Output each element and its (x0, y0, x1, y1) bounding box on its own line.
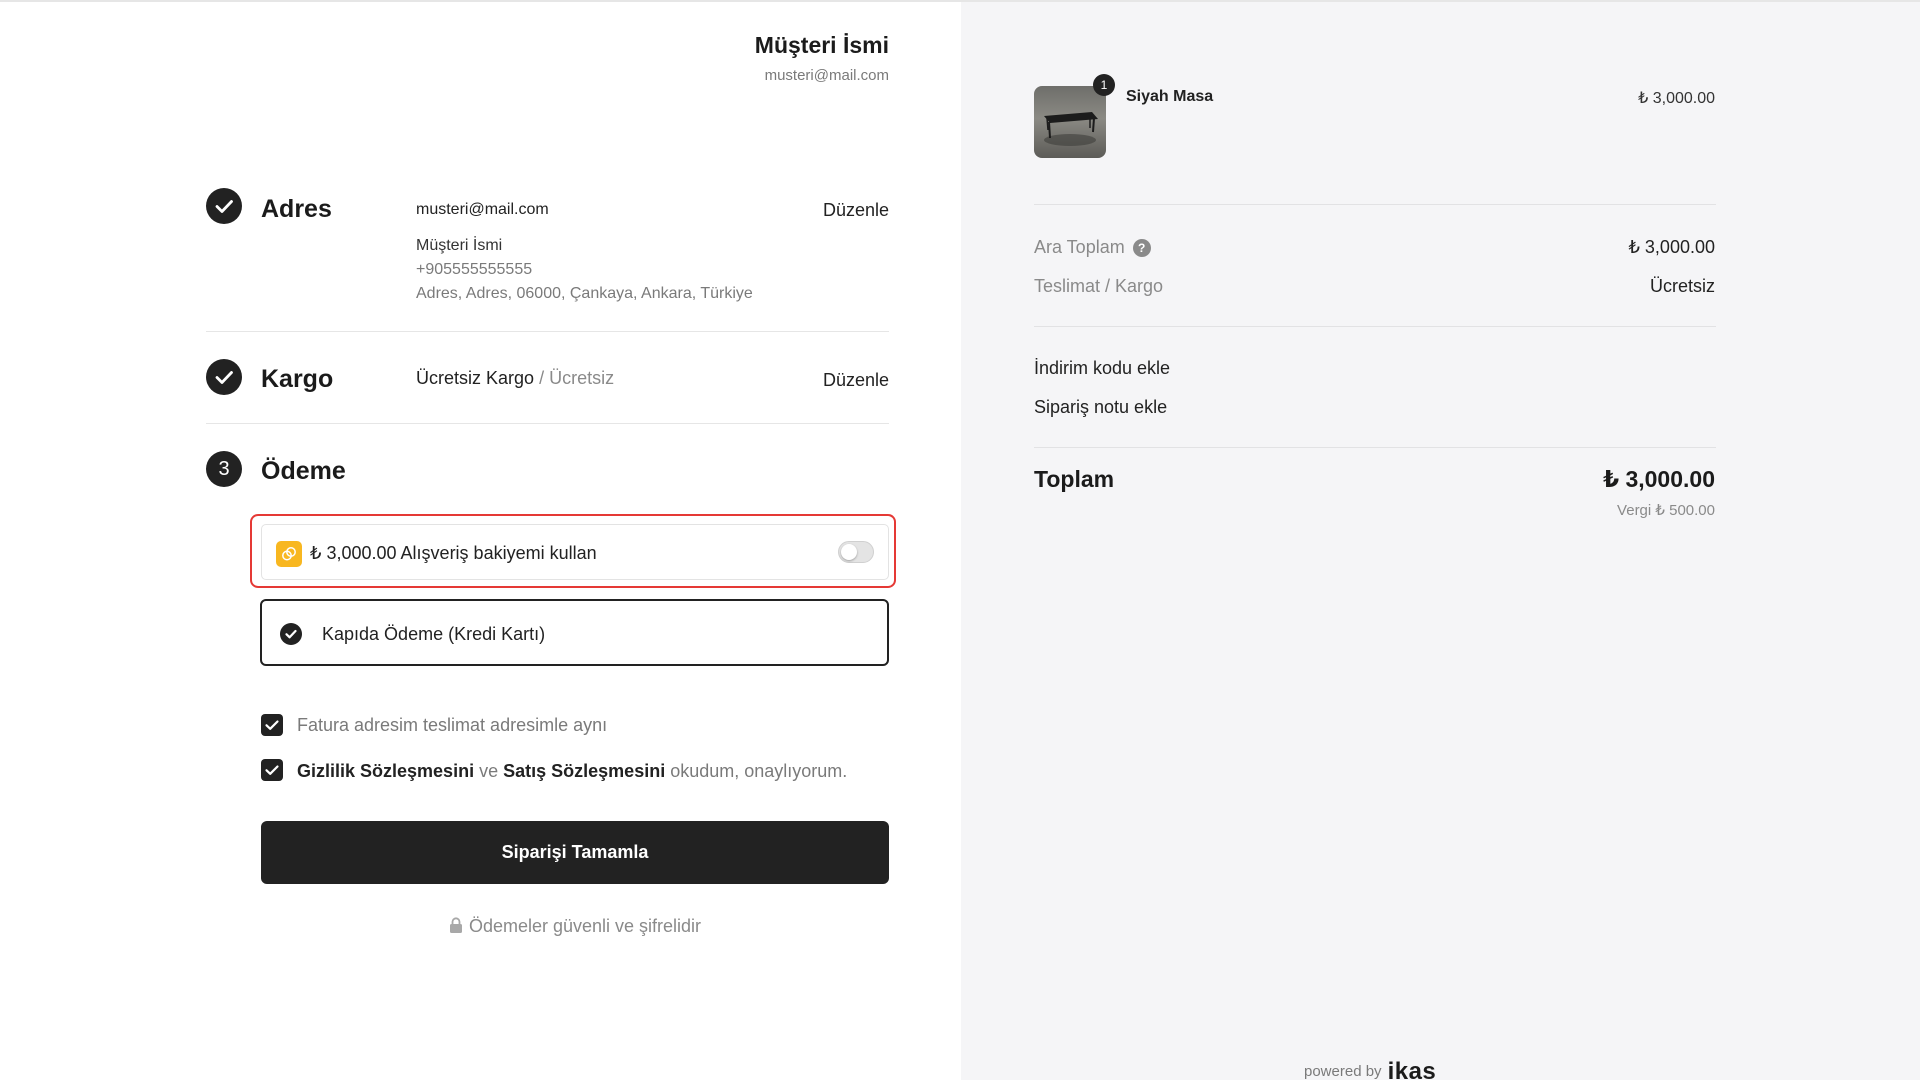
agreements-label: Gizlilik Sözleşmesini ve Satış Sözleşmes… (297, 761, 847, 782)
add-order-note-link[interactable]: Sipariş notu ekle (1034, 397, 1167, 418)
product-name: Siyah Masa (1126, 88, 1214, 105)
help-icon[interactable]: ? (1132, 239, 1151, 257)
shipping-summary: Ücretsiz Kargo / Ücretsiz (416, 368, 614, 389)
shipping-edit-button[interactable]: Düzenle (823, 370, 889, 391)
add-discount-code-link[interactable]: İndirim kodu ekle (1034, 358, 1170, 379)
coins-icon (276, 541, 302, 567)
tax-amount: Vergi ₺ 500.00 (1617, 502, 1715, 519)
payment-step-number-icon: 3 (206, 451, 242, 487)
shipping-step-title: Kargo (261, 365, 334, 393)
summary-divider (1034, 326, 1716, 327)
checkbox-check-icon (265, 720, 279, 730)
agreements-suffix: okudum, onaylıyorum. (670, 761, 848, 781)
subtotal-value: ₺ 3,000.00 (1628, 237, 1715, 257)
summary-divider (1034, 204, 1716, 205)
address-phone: +905555555555 (416, 261, 533, 278)
shipping-step-check-icon (206, 359, 242, 395)
lock-icon (449, 917, 462, 933)
sales-agreement-link[interactable]: Satış Sözleşmesini (503, 761, 665, 781)
agreements-checkbox[interactable] (261, 759, 283, 781)
table-image-icon (1044, 112, 1098, 146)
shipping-label: Teslimat / Kargo (1034, 276, 1164, 296)
order-summary-panel (961, 2, 1920, 1080)
product-price: ₺ 3,000.00 (1638, 90, 1715, 107)
checkbox-check-icon (265, 765, 279, 775)
subtotal-label-row: Ara Toplam? (1034, 237, 1151, 258)
address-email: musteri@mail.com (416, 201, 549, 218)
shipping-method: Ücretsiz Kargo (416, 368, 535, 388)
powered-by-footer: powered by ikas (1304, 1058, 1436, 1086)
total-value: ₺ 3,000.00 (1603, 466, 1715, 492)
address-name: Müşteri İsmi (416, 237, 503, 254)
address-details: musteri@mail.com Müşteri İsmi +905555555… (416, 198, 753, 306)
subtotal-label: Ara Toplam (1034, 237, 1125, 257)
customer-name: Müşteri İsmi (754, 32, 889, 58)
address-step-title: Adres (261, 195, 332, 223)
address-full: Adres, Adres, 06000, Çankaya, Ankara, Tü… (416, 285, 753, 302)
product-quantity-badge: 1 (1093, 74, 1115, 96)
use-balance-row: ₺ 3,000.00 Alışveriş bakiyemi kullan (261, 524, 889, 580)
shipping-value: Ücretsiz (1649, 276, 1715, 296)
toggle-knob (841, 544, 857, 560)
summary-divider (1034, 447, 1716, 448)
billing-same-checkbox[interactable] (261, 714, 283, 736)
address-edit-button[interactable]: Düzenle (823, 200, 889, 221)
shipping-price: Ücretsiz (549, 368, 615, 388)
checkout-main: Müşteri İsmi musteri@mail.com Adres must… (0, 2, 961, 1080)
divider (206, 331, 889, 332)
billing-same-label: Fatura adresim teslimat adresimle aynı (297, 715, 608, 735)
payment-option-cash-on-delivery-card[interactable]: Kapıda Ödeme (Kredi Kartı) (260, 599, 889, 666)
payment-option-label: Kapıda Ödeme (Kredi Kartı) (322, 624, 546, 644)
balance-text: Alışveriş bakiyemi kullan (400, 543, 597, 563)
customer-email: musteri@mail.com (764, 67, 889, 84)
divider (206, 423, 889, 424)
privacy-agreement-link[interactable]: Gizlilik Sözleşmesini (297, 761, 474, 781)
agreements-and: ve (479, 761, 499, 781)
address-step-check-icon (206, 188, 242, 224)
secure-note-text: Ödemeler güvenli ve şifrelidir (468, 916, 702, 936)
customer-header: Müşteri İsmi musteri@mail.com (755, 32, 889, 84)
balance-amount: ₺ 3,000.00 (310, 543, 397, 563)
payment-step-title: Ödeme (261, 457, 346, 485)
use-balance-toggle[interactable] (838, 541, 874, 563)
selected-check-icon (280, 623, 302, 645)
product-thumbnail (1034, 86, 1106, 158)
total-label: Toplam (1034, 466, 1115, 492)
complete-order-button[interactable]: Siparişi Tamamla (261, 821, 889, 884)
powered-by-text: powered by (1304, 1063, 1382, 1080)
use-balance-label: ₺ 3,000.00 Alışveriş bakiyemi kullan (310, 543, 597, 564)
payment-step-number: 3 (218, 458, 230, 480)
brand-logo[interactable]: ikas (1388, 1058, 1437, 1085)
shipping-separator: / (539, 368, 545, 388)
